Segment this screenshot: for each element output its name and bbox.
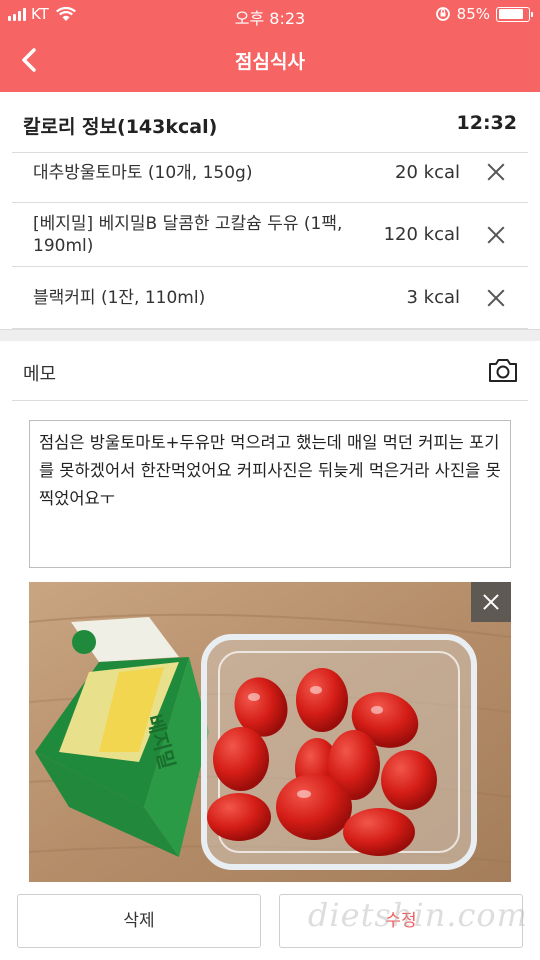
calorie-info-label: 칼로리 정보(143kcal) <box>23 116 218 138</box>
food-name: [베지밀] 베지밀B 달콤한 고칼슘 두유 (1팩, 190ml) <box>33 214 343 256</box>
bottom-actions: 삭제 수정 dietshin.com <box>0 882 540 960</box>
memo-label: 메모 <box>23 364 57 385</box>
camera-icon[interactable] <box>488 357 518 383</box>
memo-header: 메모 <box>12 341 528 401</box>
delete-button[interactable]: 삭제 <box>17 894 261 948</box>
battery-percent: 85% <box>456 5 490 23</box>
meal-time: 12:32 <box>456 112 517 134</box>
photo-image: 베지밀 <box>29 582 511 882</box>
close-icon[interactable] <box>471 582 511 622</box>
orientation-lock-icon <box>435 7 450 21</box>
close-icon[interactable] <box>484 160 508 184</box>
top-bar: KT 오후 8:23 85% 점심식사 <box>0 0 540 92</box>
food-kcal: 120 kcal <box>383 224 460 245</box>
nav-bar: 점심식사 <box>0 30 540 92</box>
food-row[interactable]: 블랙커피 (1잔, 110ml) 3 kcal <box>12 266 528 329</box>
meal-photo: 베지밀 <box>29 582 511 882</box>
food-kcal: 3 kcal <box>406 287 460 308</box>
page-title: 점심식사 <box>235 51 305 73</box>
edit-button[interactable]: 수정 <box>279 894 523 948</box>
food-name: 블랙커피 (1잔, 110ml) <box>33 288 206 308</box>
food-row[interactable]: 대추방울토마토 (10개, 150g) 20 kcal <box>12 152 528 202</box>
section-divider <box>0 329 540 341</box>
status-bar: KT 오후 8:23 85% <box>0 0 540 30</box>
memo-text[interactable]: 점심은 방울토마토+두유만 먹으려고 했는데 매일 먹던 커피는 포기를 못하겠… <box>29 420 511 568</box>
close-icon[interactable] <box>484 223 508 247</box>
food-name: 대추방울토마토 (10개, 150g) <box>33 163 253 183</box>
food-list: 대추방울토마토 (10개, 150g) 20 kcal [베지밀] 베지밀B 달… <box>12 152 528 329</box>
calorie-header: 칼로리 정보(143kcal) 12:32 <box>0 92 540 154</box>
food-row[interactable]: [베지밀] 베지밀B 달콤한 고칼슘 두유 (1팩, 190ml) 120 kc… <box>12 202 528 266</box>
battery-icon <box>496 6 533 22</box>
close-icon[interactable] <box>484 286 508 310</box>
food-kcal: 20 kcal <box>395 162 460 183</box>
